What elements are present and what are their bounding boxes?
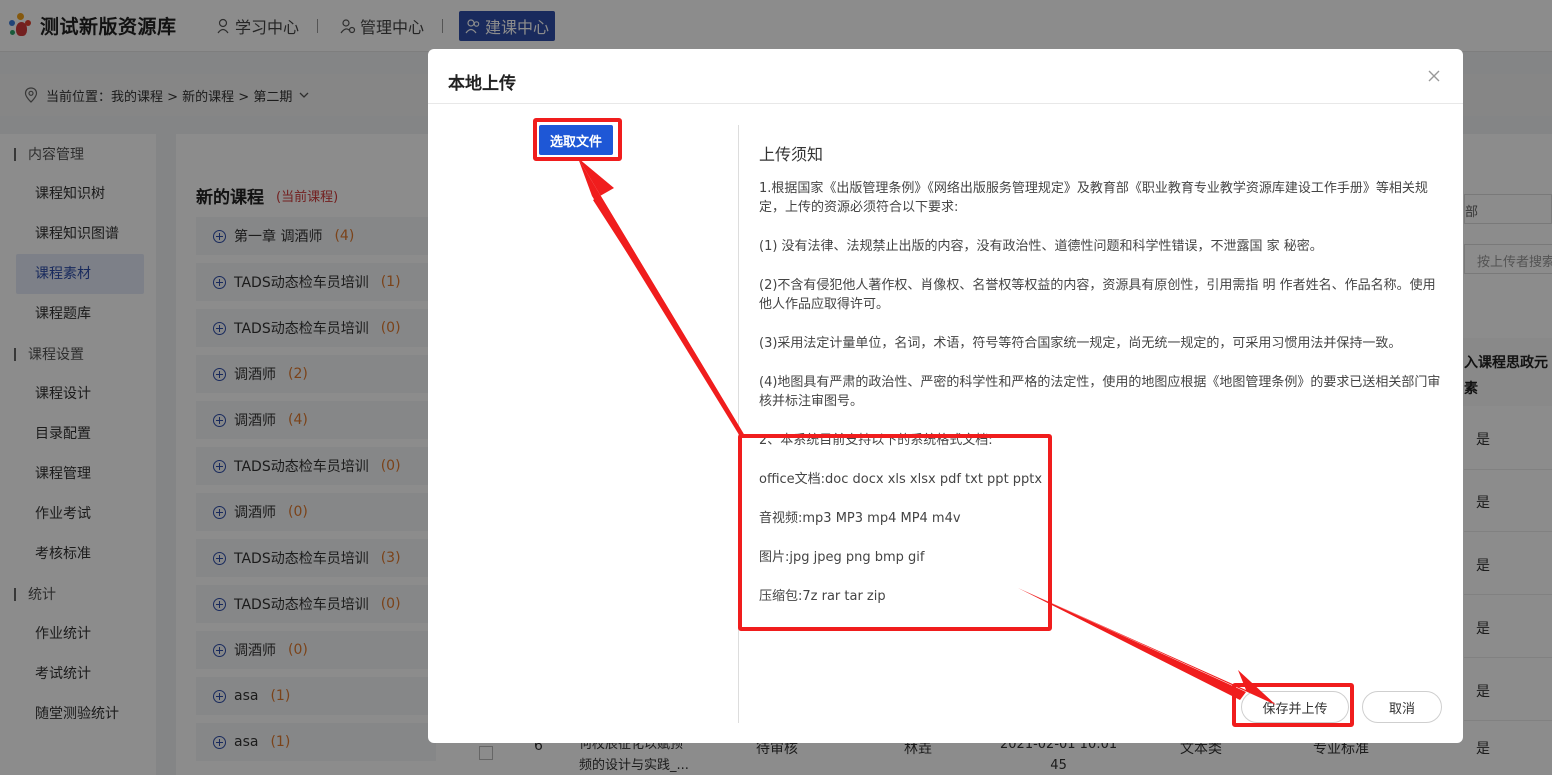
cancel-button[interactable]: 取消 — [1362, 691, 1442, 723]
annotation-highlight-save — [1232, 683, 1354, 727]
annotation-highlight-formats — [738, 434, 1052, 631]
dialog-divider — [428, 103, 1463, 104]
notice-paragraph: (4)地图具有严肃的政治性、严密的科学性和严格的法定性，使用的地图应根据《地图管… — [759, 375, 1441, 409]
annotation-highlight-select-file — [533, 118, 622, 161]
close-icon[interactable] — [1427, 69, 1441, 83]
notice-paragraph: (1) 没有法律、法规禁止出版的内容，没有政治性、道德性问题和科学性错误，不泄露… — [759, 239, 1323, 254]
dialog-title: 本地上传 — [448, 74, 516, 94]
dialog-vertical-divider — [738, 125, 739, 723]
notice-paragraph: (2)不含有侵犯他人著作权、肖像权、名誉权等权益的内容，资源具有原创性，引用需指… — [759, 278, 1436, 312]
notice-paragraph: 1.根据国家《出版管理条例》《网络出版服务管理规定》及教育部《职业教育专业教学资… — [759, 181, 1428, 215]
notice-paragraph: (3)采用法定计量单位，名词，术语，符号等符合国家统一规定，尚无统一规定的，可采… — [759, 336, 1402, 351]
notice-title: 上传须知 — [759, 145, 824, 164]
